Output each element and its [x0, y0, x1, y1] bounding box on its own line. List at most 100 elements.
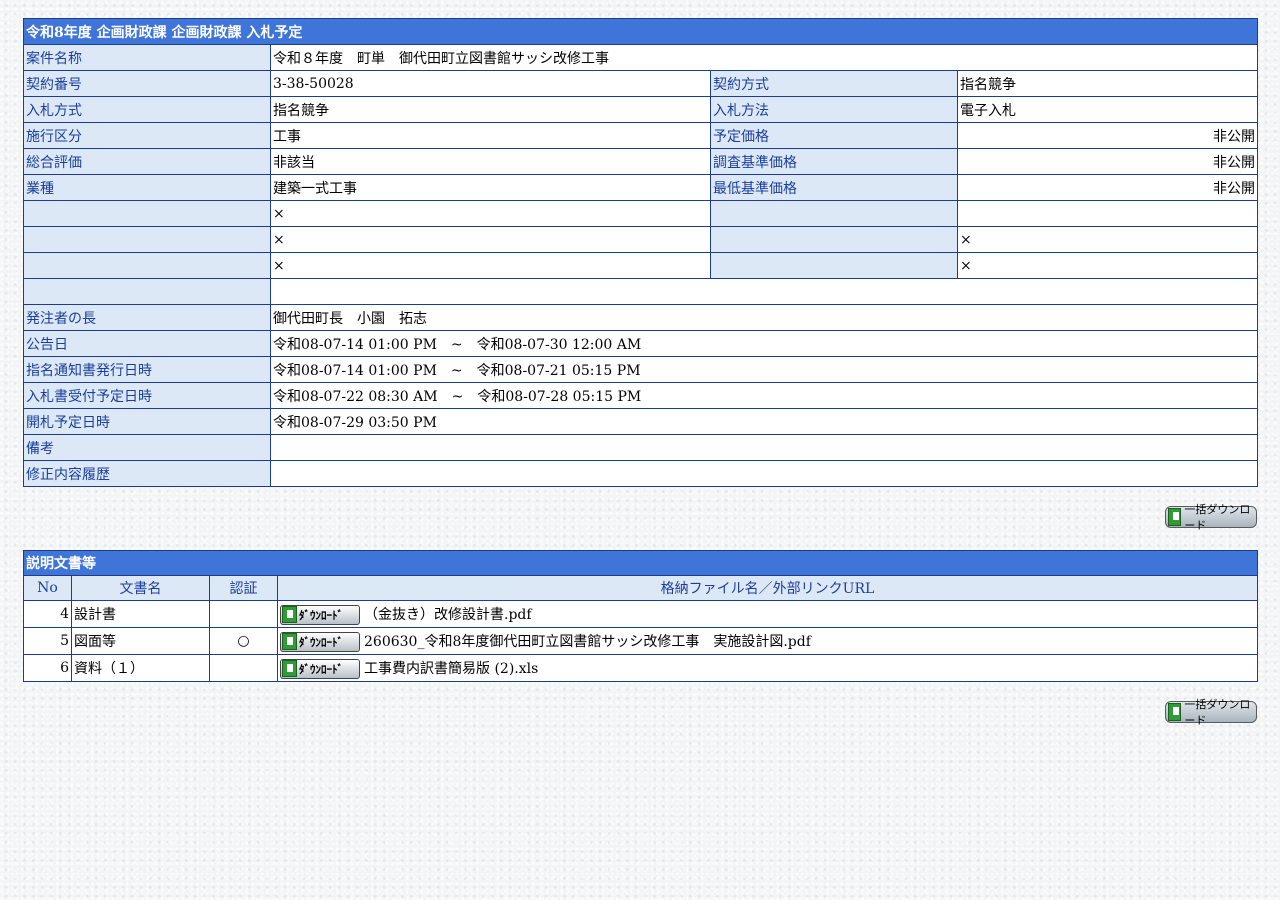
doc-name: 資料（１） [71, 654, 210, 682]
announcement-date-value: 令和08-07-14 01:00 PM ~ 令和08-07-30 12:00 A… [270, 330, 1258, 357]
documents-table: 説明文書等 No 文書名 認証 格納ファイル名／外部リンクURL 4 設計書 ﾀ… [23, 550, 1258, 682]
empty-label [710, 200, 958, 227]
bid-acceptance-value: 令和08-07-22 08:30 AM ~ 令和08-07-28 05:15 P… [270, 382, 1258, 409]
info-row: 施行区分 工事 予定価格 非公開 [23, 122, 1258, 149]
empty-value [957, 200, 1258, 227]
nomination-notice-label: 指名通知書発行日時 [23, 356, 271, 383]
orderer-head-label: 発注者の長 [23, 304, 271, 331]
contract-number-value: 3-38-50028 [270, 70, 711, 97]
bid-info-table: 令和8年度 企画財政課 企画財政課 入札予定 案件名称 令和８年度 町単 御代田… [23, 18, 1258, 487]
wide-row: 指名通知書発行日時 令和08-07-14 01:00 PM ~ 令和08-07-… [23, 356, 1258, 383]
doc-no: 5 [23, 627, 72, 655]
bid-method-value: 電子入札 [957, 96, 1258, 123]
bulk-download-button[interactable]: 一括ダウンロード [1165, 503, 1257, 532]
survey-base-price-value: 非公開 [957, 148, 1258, 175]
info-row: × × [23, 252, 1258, 279]
info-row: × × [23, 226, 1258, 253]
column-header-no: No [23, 575, 72, 601]
table-row: 5 図面等 ○ ﾀﾞｳﾝﾛｰﾄﾞ 260630_令和8年度御代田町立図書館サッシ… [23, 627, 1258, 655]
download-icon [282, 660, 297, 677]
wide-row: 公告日 令和08-07-14 01:00 PM ~ 令和08-07-30 12:… [23, 330, 1258, 357]
doc-file-link[interactable]: 260630_令和8年度御代田町立図書館サッシ改修工事 実施設計図.pdf [364, 634, 811, 650]
opening-date-label: 開札予定日時 [23, 408, 271, 435]
cross-value: × [270, 226, 711, 253]
wide-row: 修正内容履歴 [23, 460, 1258, 487]
empty-value [270, 278, 1258, 305]
info-row: 総合評価 非該当 調査基準価格 非公開 [23, 148, 1258, 175]
wide-row: 開札予定日時 令和08-07-29 03:50 PM [23, 408, 1258, 435]
wide-row: 入札書受付予定日時 令和08-07-22 08:30 AM ~ 令和08-07-… [23, 382, 1258, 409]
execution-category-label: 施行区分 [23, 122, 271, 149]
empty-label [710, 252, 958, 279]
download-button[interactable]: ﾀﾞｳﾝﾛｰﾄﾞ [280, 604, 360, 625]
bid-method-label: 入札方法 [710, 96, 958, 123]
project-row: 案件名称 令和８年度 町単 御代田町立図書館サッシ改修工事 [23, 44, 1258, 71]
overall-evaluation-value: 非該当 [270, 148, 711, 175]
bulk-download-button[interactable]: 一括ダウンロード [1165, 698, 1257, 727]
bid-type-value: 指名競争 [270, 96, 711, 123]
revision-history-label: 修正内容履歴 [23, 460, 271, 487]
documents-column-headers: No 文書名 認証 格納ファイル名／外部リンクURL [23, 575, 1258, 601]
wide-row: 発注者の長 御代田町長 小園 拓志 [23, 304, 1258, 331]
download-icon [1168, 703, 1182, 721]
download-icon [282, 606, 297, 623]
page-content: 令和8年度 企画財政課 企画財政課 入札予定 案件名称 令和８年度 町単 御代田… [23, 18, 1258, 730]
opening-date-value: 令和08-07-29 03:50 PM [270, 408, 1258, 435]
doc-cert: ○ [209, 627, 278, 655]
column-header-name: 文書名 [71, 575, 210, 601]
planned-price-value: 非公開 [957, 122, 1258, 149]
table-row: 4 設計書 ﾀﾞｳﾝﾛｰﾄﾞ （金抜き）改修設計書.pdf [23, 600, 1258, 628]
overall-evaluation-label: 総合評価 [23, 148, 271, 175]
survey-base-price-label: 調査基準価格 [710, 148, 958, 175]
info-row: 入札方式 指名競争 入札方法 電子入札 [23, 96, 1258, 123]
download-label: ﾀﾞｳﾝﾛｰﾄﾞ [299, 608, 343, 622]
doc-name: 図面等 [71, 627, 210, 655]
announcement-date-label: 公告日 [23, 330, 271, 357]
nomination-notice-value: 令和08-07-14 01:00 PM ~ 令和08-07-21 05:15 P… [270, 356, 1258, 383]
cross-value: × [957, 252, 1258, 279]
info-row: × [23, 200, 1258, 227]
bid-info-title: 令和8年度 企画財政課 企画財政課 入札予定 [23, 18, 1258, 45]
info-row: 業種 建築一式工事 最低基準価格 非公開 [23, 174, 1258, 201]
download-button[interactable]: ﾀﾞｳﾝﾛｰﾄﾞ [280, 631, 360, 652]
minimum-base-price-label: 最低基準価格 [710, 174, 958, 201]
doc-no: 4 [23, 600, 72, 628]
documents-title: 説明文書等 [23, 550, 1258, 576]
industry-value: 建築一式工事 [270, 174, 711, 201]
download-icon [282, 633, 297, 650]
orderer-head-value: 御代田町長 小園 拓志 [270, 304, 1258, 331]
column-header-file: 格納ファイル名／外部リンクURL [277, 575, 1258, 601]
empty-label [23, 226, 271, 253]
planned-price-label: 予定価格 [710, 122, 958, 149]
empty-label [23, 200, 271, 227]
doc-file-link[interactable]: （金抜き）改修設計書.pdf [364, 607, 532, 623]
minimum-base-price-value: 非公開 [957, 174, 1258, 201]
blank-row [23, 278, 1258, 305]
doc-file-link[interactable]: 工事費内訳書簡易版 (2).xls [364, 661, 538, 677]
download-button[interactable]: ﾀﾞｳﾝﾛｰﾄﾞ [280, 658, 360, 679]
wide-row: 備考 [23, 434, 1258, 461]
doc-cert [209, 600, 278, 628]
doc-name: 設計書 [71, 600, 210, 628]
doc-cert [209, 654, 278, 682]
info-row: 契約番号 3-38-50028 契約方式 指名競争 [23, 70, 1258, 97]
empty-label [23, 252, 271, 279]
contract-number-label: 契約番号 [23, 70, 271, 97]
contract-method-label: 契約方式 [710, 70, 958, 97]
doc-file-cell: ﾀﾞｳﾝﾛｰﾄﾞ 工事費内訳書簡易版 (2).xls [277, 654, 1258, 682]
bulk-download-area: 一括ダウンロード [23, 682, 1257, 730]
bid-acceptance-label: 入札書受付予定日時 [23, 382, 271, 409]
project-label: 案件名称 [23, 44, 271, 71]
column-header-cert: 認証 [209, 575, 278, 601]
remarks-label: 備考 [23, 434, 271, 461]
project-value: 令和８年度 町単 御代田町立図書館サッシ改修工事 [270, 44, 1258, 71]
download-label: ﾀﾞｳﾝﾛｰﾄﾞ [299, 635, 343, 649]
contract-method-value: 指名競争 [957, 70, 1258, 97]
empty-label [23, 278, 271, 305]
doc-file-cell: ﾀﾞｳﾝﾛｰﾄﾞ （金抜き）改修設計書.pdf [277, 600, 1258, 628]
documents-header-row: 説明文書等 [23, 550, 1258, 576]
revision-history-value [270, 460, 1258, 487]
bid-type-label: 入札方式 [23, 96, 271, 123]
empty-label [710, 226, 958, 253]
bulk-download-label: 一括ダウンロード [1184, 503, 1251, 532]
